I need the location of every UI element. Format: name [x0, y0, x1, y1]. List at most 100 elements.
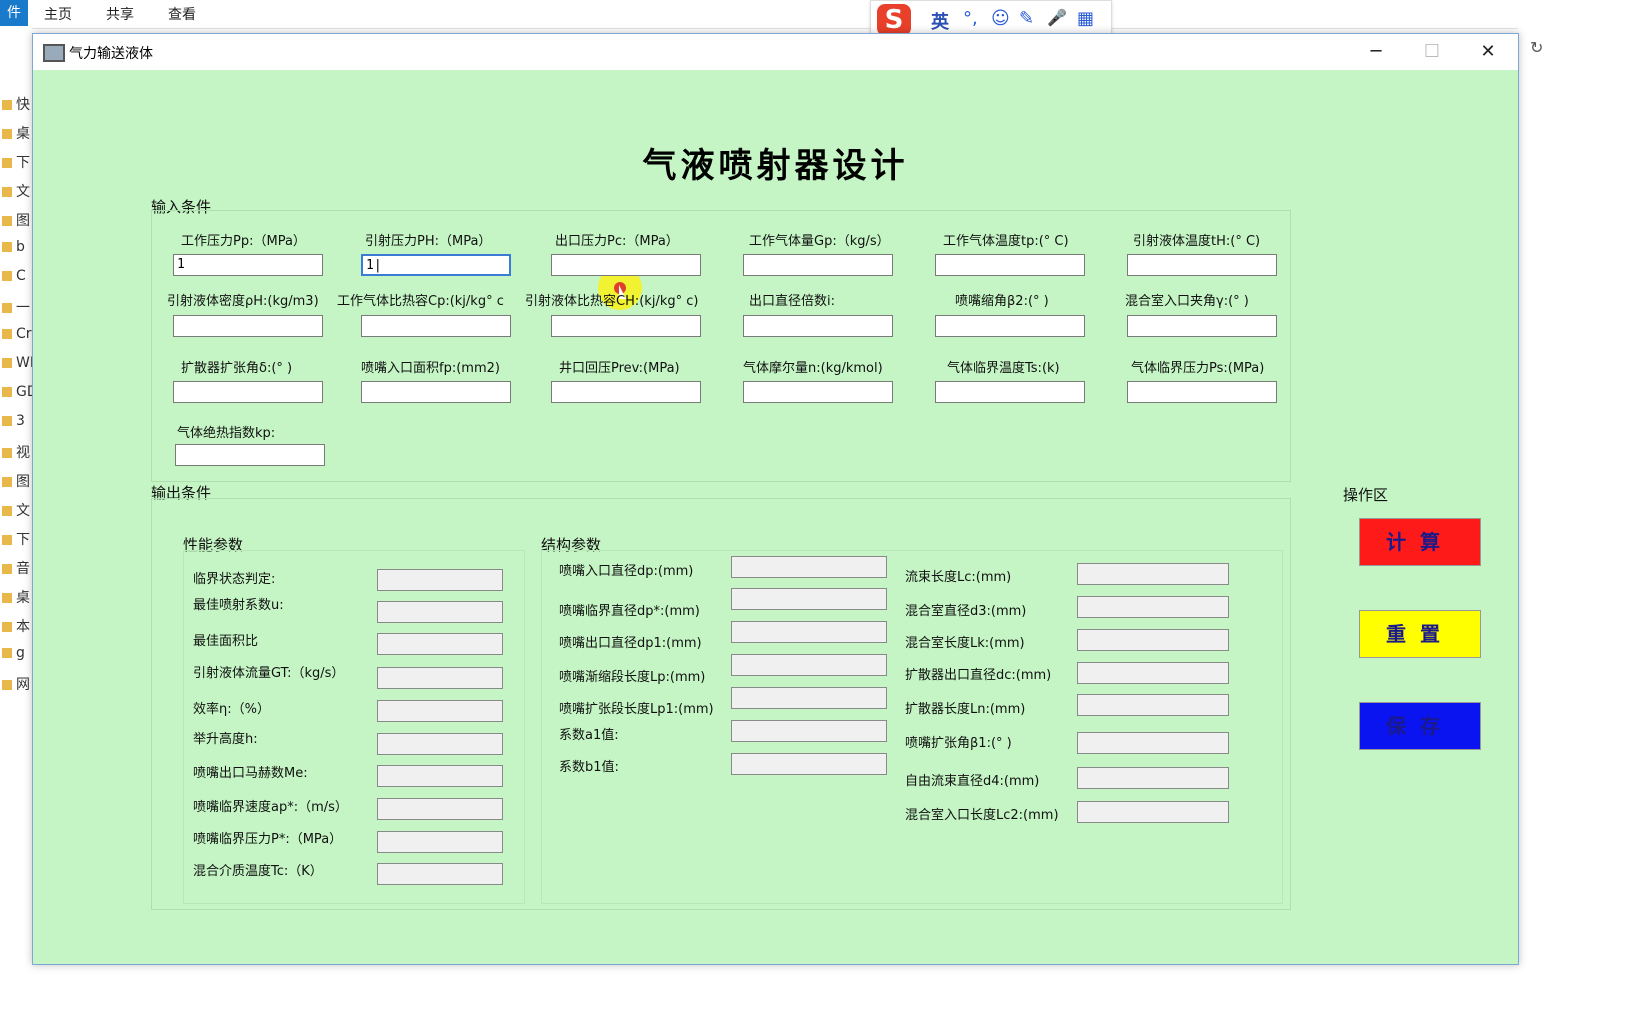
nav-pane-item[interactable]: 本 [2, 616, 32, 636]
explorer-right-pane: ↻ [1518, 28, 1629, 1018]
nav-pane-item[interactable]: WI [2, 355, 32, 371]
app-window: 气力输送液体 ─ ☐ ✕ 气液喷射器设计 输入条件 输出条件 性能参数 结构参数… [32, 33, 1519, 965]
nav-pane-item-label: 下 [16, 155, 30, 171]
file-tab[interactable]: 件 [0, 0, 28, 26]
structure-output-field [731, 556, 887, 578]
folder-icon [2, 387, 12, 397]
sogou-logo-icon[interactable]: S [877, 4, 911, 36]
performance-output-field [377, 798, 503, 820]
input-field[interactable] [175, 444, 325, 466]
folder-icon [2, 535, 12, 545]
performance-field-label: 引射液体流量GT:（kg/s） [193, 666, 345, 681]
folder-icon [2, 416, 12, 426]
structure-field-label: 喷嘴扩张段长度Lp1:(mm) [559, 702, 714, 717]
nav-pane-item[interactable]: C [2, 268, 32, 284]
nav-pane-item-label: 视 [16, 445, 30, 461]
input-field[interactable] [1127, 254, 1277, 276]
input-field[interactable] [361, 315, 511, 337]
nav-pane-item-label: 桌 [16, 590, 30, 606]
input-field[interactable] [1127, 381, 1277, 403]
input-field-label: 混合室入口夹角γ:(° ) [1125, 294, 1249, 309]
save-button[interactable]: 保存 [1359, 702, 1481, 750]
nav-pane-item[interactable]: GD [2, 384, 32, 400]
structure-field-label: 喷嘴出口直径dp1:(mm) [559, 636, 702, 651]
close-button[interactable]: ✕ [1465, 34, 1511, 70]
performance-field-label: 最佳喷射系数u: [193, 598, 284, 613]
folder-icon [2, 158, 12, 168]
input-field[interactable] [935, 315, 1085, 337]
nav-pane-item-label: 桌 [16, 126, 30, 142]
input-field[interactable] [1127, 315, 1277, 337]
input-field[interactable] [743, 315, 893, 337]
input-field[interactable] [743, 381, 893, 403]
grid-icon[interactable]: ▦ [1077, 8, 1094, 29]
structure-output-field [1077, 629, 1229, 651]
input-field[interactable]: 1| [361, 254, 511, 276]
performance-field-label: 混合介质温度Tc:（K） [193, 864, 323, 879]
input-field[interactable] [173, 381, 323, 403]
input-field-label: 喷嘴缩角β2:(° ) [955, 294, 1049, 309]
nav-pane-item[interactable]: 3 [2, 413, 32, 429]
performance-output-field [377, 601, 503, 623]
refresh-icon[interactable]: ↻ [1530, 38, 1543, 57]
nav-pane-item[interactable]: g [2, 645, 32, 661]
nav-pane-item[interactable]: 下 [2, 529, 32, 549]
nav-pane-item-label: g [16, 645, 25, 661]
nav-pane-item[interactable]: 桌 [2, 587, 32, 607]
ime-mode-toggle[interactable]: 英 [931, 8, 949, 34]
emoji-icon[interactable]: ☺ [991, 8, 1010, 29]
nav-pane-item[interactable]: 图 [2, 210, 32, 230]
nav-pane-item[interactable]: 下 [2, 152, 32, 172]
structure-output-field [731, 753, 887, 775]
structure-output-field [1077, 694, 1229, 716]
nav-pane-item[interactable]: 文 [2, 500, 32, 520]
structure-output-field [731, 654, 887, 676]
nav-pane-item-label: 本 [16, 619, 30, 635]
input-field[interactable]: 1 [173, 254, 323, 276]
input-field[interactable] [551, 315, 701, 337]
folder-icon [2, 648, 12, 658]
reset-button[interactable]: 重置 [1359, 610, 1481, 658]
nav-pane-item-label: 一 [16, 300, 30, 316]
folder-icon [2, 100, 12, 110]
nav-pane-item[interactable]: Cr [2, 326, 32, 342]
input-field[interactable] [935, 381, 1085, 403]
nav-pane-item[interactable]: 文 [2, 181, 32, 201]
punctuation-icon[interactable]: °, [963, 8, 978, 29]
nav-pane-item-label: GD [16, 384, 32, 400]
nav-pane-item[interactable]: b [2, 239, 32, 255]
ribbon-tab-share[interactable]: 共享 [106, 4, 134, 24]
maximize-button[interactable]: ☐ [1409, 34, 1455, 70]
input-field-label: 喷嘴入口面积fp:(mm2) [361, 361, 500, 376]
folder-icon [2, 303, 12, 313]
calculate-button[interactable]: 计算 [1359, 518, 1481, 566]
pen-icon[interactable]: ✎ [1019, 8, 1034, 29]
nav-pane-item[interactable]: 图 [2, 471, 32, 491]
nav-pane-item[interactable]: 快 [2, 94, 32, 114]
nav-pane-item-label: 文 [16, 184, 30, 200]
mic-icon[interactable]: 🎤 [1047, 8, 1067, 27]
structure-field-label: 喷嘴扩张角β1:(° ) [905, 736, 1012, 751]
folder-icon [2, 358, 12, 368]
nav-pane-item[interactable]: 音 [2, 558, 32, 578]
input-field-label: 工作压力Pp:（MPa） [181, 234, 306, 249]
nav-pane-item-label: 文 [16, 503, 30, 519]
structure-output-field [1077, 801, 1229, 823]
nav-pane-item[interactable]: 桌 [2, 123, 32, 143]
nav-pane-item[interactable]: 视 [2, 442, 32, 462]
input-field-label: 出口直径倍数i: [749, 294, 835, 309]
ribbon-tab-view[interactable]: 查看 [168, 4, 196, 24]
input-field[interactable] [551, 254, 701, 276]
input-field-label: 气体临界温度Ts:(k) [947, 361, 1060, 376]
minimize-button[interactable]: ─ [1353, 34, 1399, 70]
performance-output-field [377, 733, 503, 755]
input-field[interactable] [173, 315, 323, 337]
input-field[interactable] [361, 381, 511, 403]
input-field[interactable] [551, 381, 701, 403]
nav-pane-item[interactable]: 网 [2, 674, 32, 694]
ribbon-tab-home[interactable]: 主页 [44, 4, 72, 24]
nav-pane-item[interactable]: 一 [2, 297, 32, 317]
input-field[interactable] [935, 254, 1085, 276]
input-field[interactable] [743, 254, 893, 276]
folder-icon [2, 506, 12, 516]
